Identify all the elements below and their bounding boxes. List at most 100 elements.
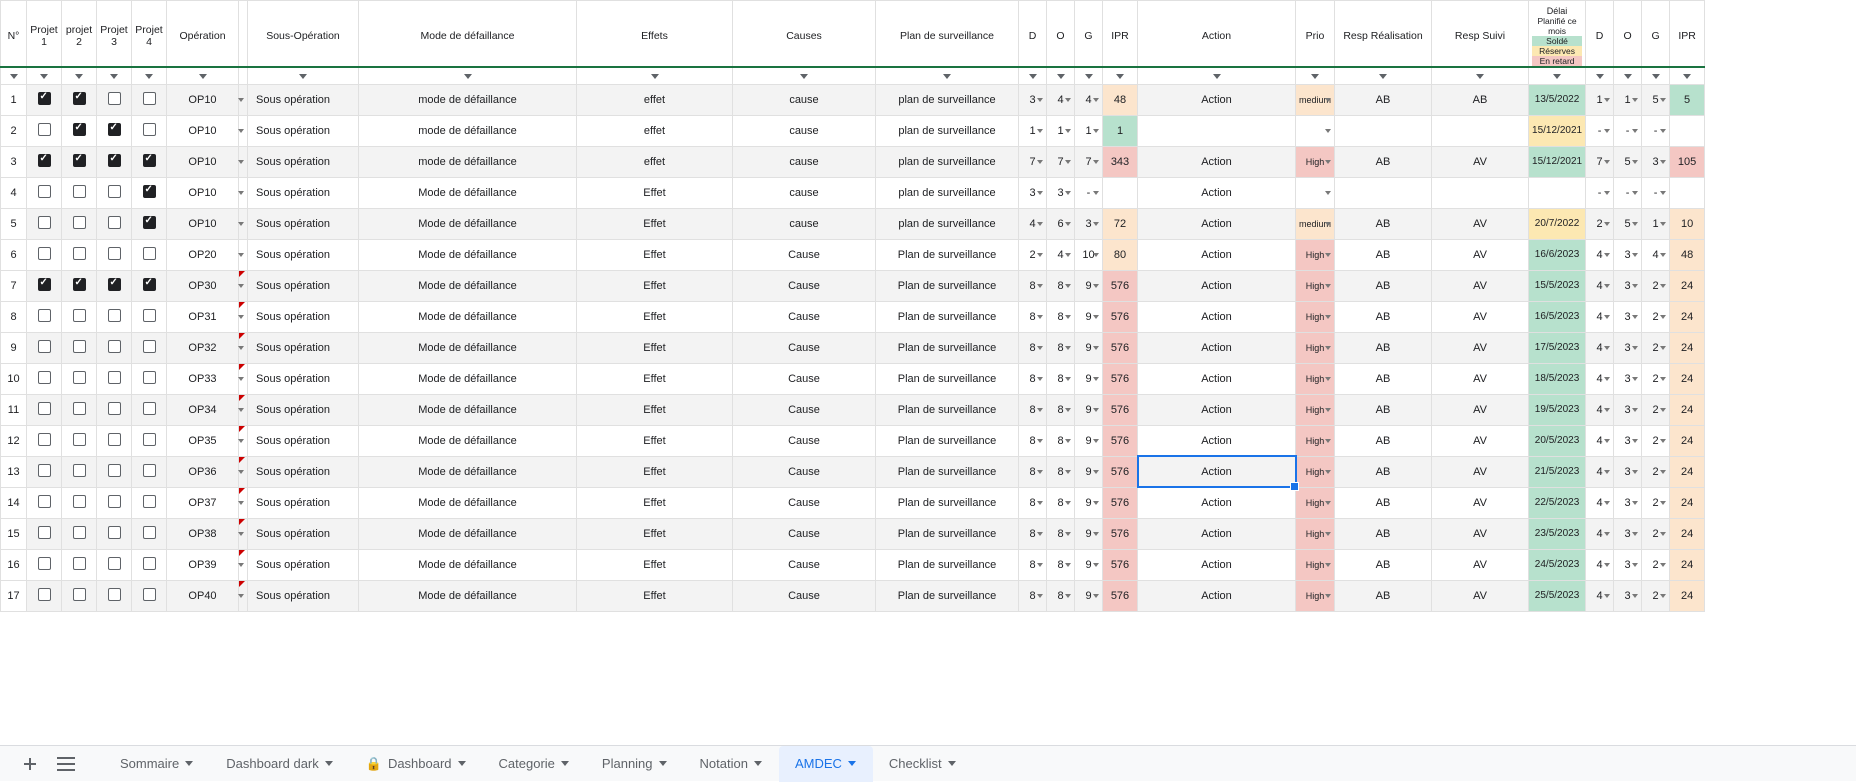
- cell-date[interactable]: 24/5/2023: [1529, 549, 1586, 580]
- cell-ipr2[interactable]: 24: [1670, 456, 1705, 487]
- cell-o2[interactable]: -: [1614, 115, 1642, 146]
- filter-icon[interactable]: [10, 74, 18, 79]
- cell-p1[interactable]: [27, 208, 62, 239]
- checkbox[interactable]: [108, 154, 121, 167]
- dropdown-icon[interactable]: [1632, 222, 1638, 226]
- cell-p1[interactable]: [27, 487, 62, 518]
- cell-action[interactable]: Action: [1138, 518, 1296, 549]
- cell-g2[interactable]: 1: [1642, 208, 1670, 239]
- cell-o2[interactable]: 3: [1614, 363, 1642, 394]
- cell-op-dd[interactable]: [239, 177, 248, 208]
- cell-plan[interactable]: plan de surveillance: [876, 208, 1019, 239]
- cell-ipr2[interactable]: 24: [1670, 518, 1705, 549]
- cell-d[interactable]: 2: [1019, 239, 1047, 270]
- checkbox[interactable]: [108, 123, 121, 136]
- cell-o[interactable]: 7: [1047, 146, 1075, 177]
- checkbox[interactable]: [108, 557, 121, 570]
- dropdown-icon[interactable]: [1093, 160, 1099, 164]
- cell-resp-suivi[interactable]: AV: [1432, 270, 1529, 301]
- checkbox[interactable]: [108, 247, 121, 260]
- cell-p4[interactable]: [132, 332, 167, 363]
- cell-o[interactable]: 1: [1047, 115, 1075, 146]
- cell-resp-suivi[interactable]: AV: [1432, 208, 1529, 239]
- cell-sop[interactable]: Sous opération: [248, 177, 359, 208]
- cell-ipr[interactable]: [1103, 177, 1138, 208]
- add-sheet-button[interactable]: [12, 746, 48, 782]
- cell-op[interactable]: OP33: [167, 363, 239, 394]
- cell-sop[interactable]: Sous opération: [248, 208, 359, 239]
- cell-prio[interactable]: [1296, 177, 1335, 208]
- cell-o[interactable]: 3: [1047, 177, 1075, 208]
- checkbox[interactable]: [73, 278, 86, 291]
- checkbox[interactable]: [108, 216, 121, 229]
- cell-prio[interactable]: High: [1296, 363, 1335, 394]
- cell-g[interactable]: 9: [1075, 580, 1103, 611]
- cell-d[interactable]: 8: [1019, 332, 1047, 363]
- dropdown-icon[interactable]: [1325, 284, 1331, 288]
- cell-cau[interactable]: cause: [733, 115, 876, 146]
- cell-o2[interactable]: 3: [1614, 456, 1642, 487]
- cell-cau[interactable]: cause: [733, 84, 876, 115]
- cell-mode[interactable]: Mode de défaillance: [359, 425, 577, 456]
- dropdown-icon[interactable]: [238, 191, 244, 195]
- filter-cell[interactable]: [1103, 67, 1138, 84]
- checkbox[interactable]: [73, 92, 86, 105]
- cell-date[interactable]: [1529, 177, 1586, 208]
- cell-d2[interactable]: 4: [1586, 456, 1614, 487]
- cell-cau[interactable]: cause: [733, 208, 876, 239]
- cell-p1[interactable]: [27, 425, 62, 456]
- cell-op[interactable]: OP10: [167, 115, 239, 146]
- cell-p2[interactable]: [62, 363, 97, 394]
- filter-icon[interactable]: [1596, 74, 1604, 79]
- filter-cell[interactable]: [1138, 67, 1296, 84]
- cell-op[interactable]: OP37: [167, 487, 239, 518]
- cell-resp-real[interactable]: AB: [1335, 208, 1432, 239]
- cell-date[interactable]: 15/12/2021: [1529, 115, 1586, 146]
- cell-action[interactable]: Action: [1138, 301, 1296, 332]
- cell-p3[interactable]: [97, 270, 132, 301]
- cell-eff[interactable]: Effet: [577, 456, 733, 487]
- dropdown-icon[interactable]: [1604, 594, 1610, 598]
- cell-d2[interactable]: 4: [1586, 518, 1614, 549]
- cell-resp-suivi[interactable]: [1432, 177, 1529, 208]
- cell-op[interactable]: OP40: [167, 580, 239, 611]
- filter-cell[interactable]: [733, 67, 876, 84]
- filter-icon[interactable]: [299, 74, 307, 79]
- cell-action[interactable]: Action: [1138, 239, 1296, 270]
- dropdown-icon[interactable]: [1093, 191, 1099, 195]
- dropdown-icon[interactable]: [1660, 563, 1666, 567]
- dropdown-icon[interactable]: [1325, 594, 1331, 598]
- cell-sop[interactable]: Sous opération: [248, 487, 359, 518]
- cell-d2[interactable]: 4: [1586, 580, 1614, 611]
- cell-o2[interactable]: 3: [1614, 425, 1642, 456]
- dropdown-icon[interactable]: [1037, 346, 1043, 350]
- cell-o[interactable]: 8: [1047, 332, 1075, 363]
- cell-n[interactable]: 15: [1, 518, 27, 549]
- dropdown-icon[interactable]: [1325, 470, 1331, 474]
- cell-eff[interactable]: Effet: [577, 208, 733, 239]
- filter-cell[interactable]: [167, 67, 239, 84]
- dropdown-icon[interactable]: [1037, 439, 1043, 443]
- dropdown-icon[interactable]: [238, 98, 244, 102]
- cell-eff[interactable]: Effet: [577, 425, 733, 456]
- cell-mode[interactable]: Mode de défaillance: [359, 487, 577, 518]
- cell-g[interactable]: 7: [1075, 146, 1103, 177]
- cell-date[interactable]: 18/5/2023: [1529, 363, 1586, 394]
- checkbox[interactable]: [38, 402, 51, 415]
- cell-o2[interactable]: 5: [1614, 208, 1642, 239]
- cell-eff[interactable]: Effet: [577, 518, 733, 549]
- tab-amdec[interactable]: AMDEC: [779, 746, 873, 782]
- cell-sop[interactable]: Sous opération: [248, 580, 359, 611]
- dropdown-icon[interactable]: [1325, 129, 1331, 133]
- dropdown-icon[interactable]: [1660, 532, 1666, 536]
- dropdown-icon[interactable]: [1037, 98, 1043, 102]
- cell-n[interactable]: 3: [1, 146, 27, 177]
- cell-d2[interactable]: 4: [1586, 239, 1614, 270]
- cell-p4[interactable]: [132, 239, 167, 270]
- dropdown-icon[interactable]: [238, 594, 244, 598]
- cell-resp-real[interactable]: AB: [1335, 363, 1432, 394]
- dropdown-icon[interactable]: [1325, 98, 1331, 102]
- cell-d[interactable]: 1: [1019, 115, 1047, 146]
- cell-p4[interactable]: [132, 425, 167, 456]
- cell-d2[interactable]: 7: [1586, 146, 1614, 177]
